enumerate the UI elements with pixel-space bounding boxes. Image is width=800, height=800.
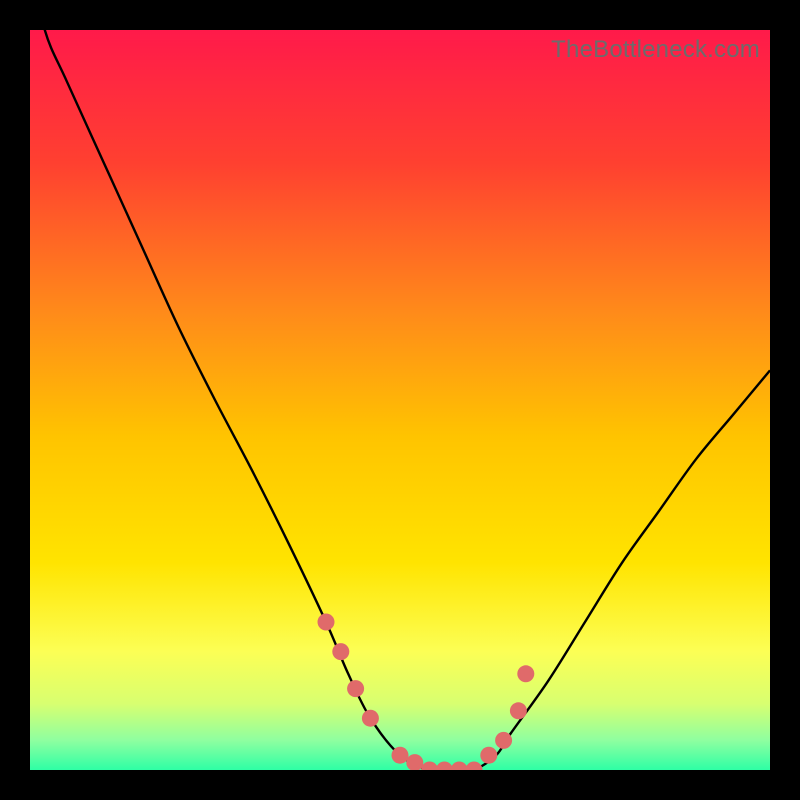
marker-point bbox=[332, 643, 349, 660]
marker-point bbox=[436, 762, 453, 771]
marker-point bbox=[510, 702, 527, 719]
marker-point bbox=[480, 747, 497, 764]
marker-point bbox=[347, 680, 364, 697]
marker-point bbox=[318, 614, 335, 631]
marker-point bbox=[466, 762, 483, 771]
curve-layer bbox=[30, 30, 770, 770]
marker-point bbox=[451, 762, 468, 771]
marker-point bbox=[421, 762, 438, 771]
plot-area: TheBottleneck.com bbox=[30, 30, 770, 770]
marker-point bbox=[406, 754, 423, 770]
bottleneck-curve bbox=[30, 30, 770, 770]
watermark-text: TheBottleneck.com bbox=[551, 36, 760, 64]
marker-point bbox=[495, 732, 512, 749]
marker-point bbox=[362, 710, 379, 727]
marker-group bbox=[318, 614, 535, 771]
marker-point bbox=[517, 665, 534, 682]
marker-point bbox=[392, 747, 409, 764]
chart-stage: TheBottleneck.com bbox=[0, 0, 800, 800]
